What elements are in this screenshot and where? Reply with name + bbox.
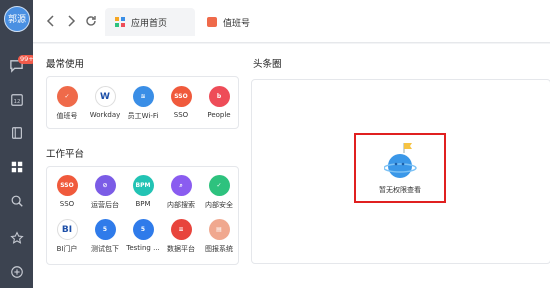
app-data[interactable]: ≡ 数据平台 — [162, 219, 200, 254]
app-label: 测试包下 — [91, 245, 119, 253]
app-label: BI门户 — [56, 245, 78, 253]
app-label: Testing ... — [126, 244, 160, 252]
sso-icon: SSO — [56, 175, 78, 196]
plus-circle-icon[interactable] — [7, 262, 26, 281]
section-title-headline: 头条圈 — [253, 59, 282, 70]
tab-duty[interactable]: 值班号 — [203, 8, 293, 36]
app-html5[interactable]: 5 Testing ... — [124, 219, 162, 252]
app-label: 图报系统 — [205, 245, 233, 253]
html5-icon: 5 — [94, 219, 116, 240]
tab-label: 应用首页 — [131, 18, 168, 29]
workday-icon: W — [94, 86, 116, 107]
left-rail: 郭源 99+ 12 — [0, 0, 36, 288]
app-search[interactable]: ⌕ 内部搜索 — [162, 175, 200, 210]
calendar-icon[interactable]: 12 — [7, 90, 26, 109]
refresh-icon[interactable] — [83, 13, 99, 29]
app-ops[interactable]: ⊘ 运营后台 — [86, 175, 124, 210]
app-shield[interactable]: ✓ 内部安全 — [200, 175, 238, 210]
app-label: Workday — [89, 111, 121, 119]
app-label: 内部安全 — [205, 201, 233, 209]
sso-icon: SSO — [170, 86, 192, 107]
app-html5[interactable]: 5 测试包下 — [86, 219, 124, 254]
ops-icon: ⊘ — [94, 175, 116, 196]
duty-icon — [207, 17, 217, 27]
avatar[interactable]: 郭源 — [4, 6, 30, 32]
grid-icon — [115, 17, 125, 27]
app-people[interactable]: b People — [200, 86, 238, 119]
search-icon: ⌕ — [170, 175, 192, 196]
app-workday[interactable]: W Workday — [86, 86, 124, 119]
app-sso[interactable]: SSO SSO — [48, 175, 86, 208]
shield-icon: ✓ — [208, 175, 230, 196]
duty-icon: ✓ — [56, 86, 78, 107]
planet-icon — [383, 141, 418, 187]
forward-icon[interactable] — [63, 13, 79, 29]
people-icon: b — [208, 86, 230, 107]
no-permission-text: 暂无权限查看 — [379, 186, 421, 194]
book-icon[interactable] — [7, 123, 26, 142]
back-icon[interactable] — [43, 13, 59, 29]
no-permission-box: 暂无权限查看 — [354, 133, 446, 203]
tab-label: 值班号 — [223, 18, 251, 29]
app-sso[interactable]: SSO SSO — [162, 86, 200, 119]
app-label: BPM — [135, 200, 151, 208]
report-icon: ▤ — [208, 219, 230, 240]
star-icon[interactable] — [7, 228, 26, 247]
svg-text:12: 12 — [13, 99, 20, 105]
app-label: 运营后台 — [91, 201, 119, 209]
bi-icon: BI — [56, 219, 78, 240]
search-icon[interactable] — [7, 191, 26, 210]
app-bpm[interactable]: BPM BPM — [124, 175, 162, 208]
app-bi[interactable]: BI BI门户 — [48, 219, 86, 254]
wifi-icon: ≋ — [132, 86, 154, 107]
section-title-platform: 工作平台 — [46, 149, 85, 160]
app-label: 内部搜索 — [167, 201, 195, 209]
apps-grid-icon[interactable] — [7, 157, 26, 176]
app-report[interactable]: ▤ 图报系统 — [200, 219, 238, 254]
app-label: SSO — [173, 111, 189, 119]
app-duty[interactable]: ✓ 值班号 — [48, 86, 86, 121]
app-wifi[interactable]: ≋ 员工Wi-Fi — [124, 86, 162, 121]
app-label: 员工Wi-Fi — [127, 112, 159, 120]
app-label: SSO — [59, 200, 75, 208]
section-title-frequent: 最常使用 — [46, 59, 85, 70]
bpm-icon: BPM — [132, 175, 154, 196]
app-label: 数据平台 — [167, 245, 195, 253]
tab-app-home[interactable]: 应用首页 — [105, 8, 195, 36]
data-icon: ≡ — [170, 219, 192, 240]
app-label: People — [207, 111, 231, 119]
html5-icon: 5 — [132, 219, 154, 240]
app-label: 值班号 — [56, 112, 78, 120]
top-bar: 应用首页 值班号 — [33, 0, 550, 43]
